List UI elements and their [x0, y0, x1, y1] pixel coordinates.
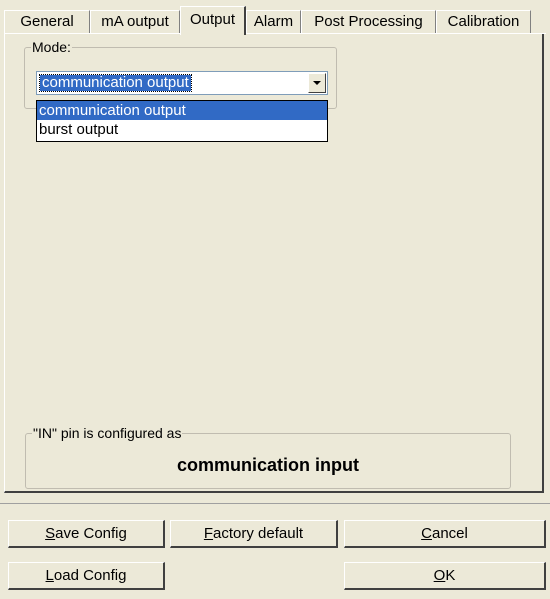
load-config-mnemonic: L — [45, 567, 54, 584]
separator — [0, 503, 550, 504]
tab-alarm[interactable]: Alarm — [246, 10, 301, 34]
tab-alarm-label: Alarm — [253, 13, 294, 30]
ok-mnemonic: O — [433, 567, 446, 584]
chevron-down-icon — [313, 81, 321, 85]
tab-strip: General mA output Output Alarm Post Proc… — [0, 0, 550, 35]
mode-options-list: communication output burst output — [36, 100, 328, 142]
mode-select-value: communication output — [39, 74, 192, 92]
tab-general[interactable]: General — [4, 10, 90, 34]
cancel-label: ancel — [431, 525, 468, 542]
mode-select[interactable]: communication output — [36, 71, 328, 95]
save-config-label: ave Config — [55, 525, 127, 542]
tab-post-processing[interactable]: Post Processing — [301, 10, 436, 34]
cancel-button[interactable]: Cancel — [344, 520, 546, 548]
ok-button[interactable]: OK — [344, 562, 546, 590]
tab-output-label: Output — [189, 11, 236, 28]
cancel-mnemonic: C — [421, 525, 432, 542]
tab-general-label: General — [20, 13, 74, 30]
tab-ma-output-label: mA output — [101, 13, 169, 30]
load-config-button[interactable]: Load Config — [8, 562, 165, 590]
mode-group-legend: Mode: — [31, 39, 72, 55]
factory-default-button[interactable]: Factory default — [170, 520, 338, 548]
tab-post-processing-label: Post Processing — [314, 13, 423, 30]
option-burst-output[interactable]: burst output — [37, 120, 327, 139]
tab-divider — [4, 33, 546, 34]
factory-default-label: actory default — [213, 525, 304, 542]
ok-label: K — [445, 567, 456, 584]
in-pin-value: communication input — [177, 455, 359, 475]
dropdown-button[interactable] — [308, 73, 326, 93]
option-communication-output[interactable]: communication output — [37, 101, 327, 120]
factory-default-mnemonic: F — [203, 525, 214, 542]
save-config-mnemonic: S — [45, 525, 56, 542]
tab-calibration[interactable]: Calibration — [436, 10, 531, 34]
tab-ma-output[interactable]: mA output — [90, 10, 180, 34]
in-pin-group-legend: "IN" pin is configured as — [32, 425, 183, 441]
tab-output[interactable]: Output — [180, 6, 246, 35]
save-config-button[interactable]: Save Config — [8, 520, 165, 548]
tab-calibration-label: Calibration — [447, 13, 520, 30]
in-pin-group: "IN" pin is configured as communication … — [25, 425, 511, 489]
load-config-label: oad Config — [53, 567, 127, 584]
settings-dialog: General mA output Output Alarm Post Proc… — [0, 0, 550, 599]
